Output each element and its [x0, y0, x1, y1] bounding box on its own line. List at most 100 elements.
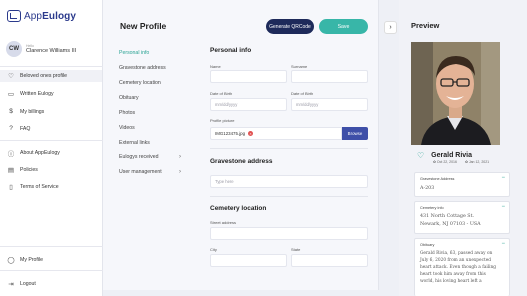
divider	[0, 270, 103, 271]
sidebar-item-written-eulogy[interactable]: ▭ Written Eulogy	[7, 90, 54, 98]
chevron-right-icon: ›	[389, 24, 392, 31]
sidebar-item-label: My billings	[20, 108, 45, 115]
portrait-image	[411, 42, 500, 145]
obituary-card[interactable]: Obituary − Gerald Rivia, 63, passed away…	[414, 238, 510, 296]
preview-panel: Preview ♡ Gerald Rivia ✿ Oct 22, 2016 ✿ …	[399, 0, 527, 296]
sidebar-item-label: Policies	[20, 167, 38, 173]
sidebar-item-label: Logout	[20, 281, 36, 287]
user-icon: ◯	[7, 257, 15, 264]
minus-icon[interactable]: −	[501, 204, 505, 210]
card-value-line: Newark, NJ 07103 - USA	[420, 222, 481, 227]
chevron-right-icon: ›	[179, 169, 181, 175]
divider	[210, 148, 368, 149]
obituary-line: July 6, 2020 from an unexpected	[420, 258, 492, 263]
dollar-icon: $	[9, 108, 13, 115]
surname-field[interactable]	[291, 70, 368, 83]
collapse-preview-button[interactable]: ›	[384, 21, 397, 34]
divider	[210, 196, 368, 197]
state-label: State	[291, 247, 301, 252]
sidebar-item-about[interactable]: ⓘ About AppEulogy	[7, 148, 60, 158]
cemetery-info-card[interactable]: Cemetery info − 431 North Cottage St. Ne…	[414, 201, 510, 234]
policy-icon: ▤	[7, 167, 15, 174]
name-label: Name	[210, 64, 221, 69]
card-title: Obituary	[420, 243, 435, 247]
city-field[interactable]	[210, 254, 287, 267]
card-title: Gravestone Address	[420, 177, 455, 181]
sidebar-item-my-profile[interactable]: ◯ My Profile	[7, 256, 43, 264]
chevron-right-icon: ›	[179, 154, 181, 160]
info-icon: ⓘ	[7, 151, 15, 158]
heart-icon[interactable]: ♡	[417, 151, 424, 160]
avatar: CW	[6, 41, 22, 57]
section-link-external-links[interactable]: External links	[119, 140, 150, 146]
sidebar-item-label: Written Eulogy	[20, 91, 54, 97]
date-of-birth-field[interactable]: mm/dd/yyyy	[210, 98, 287, 111]
profile-photo	[411, 42, 500, 145]
sidebar-item-policies[interactable]: ▤ Policies	[7, 166, 38, 174]
preview-title: Preview	[411, 21, 440, 30]
section-link-videos[interactable]: Videos	[119, 125, 135, 131]
card-title: Cemetery info	[420, 206, 444, 210]
street-address-field[interactable]	[210, 227, 368, 240]
card-value: A-203	[420, 186, 435, 191]
section-link-photos[interactable]: Photos	[119, 110, 135, 116]
state-field[interactable]	[291, 254, 368, 267]
sidebar-item-my-billings[interactable]: $ My billings	[7, 108, 44, 115]
main-panel: New Profile Generate QRCode Save Persona…	[103, 0, 379, 290]
obituary-line: heart attack. Even though a failing	[420, 265, 497, 270]
section-link-obituary[interactable]: Obituary	[119, 95, 139, 101]
date-of-death-field[interactable]: mm/dd/yyyy	[291, 98, 368, 111]
minus-icon[interactable]: −	[501, 241, 505, 247]
obituary-line: world, his loving heart left a	[420, 279, 482, 284]
card-value-line: 431 North Cottage St.	[420, 214, 475, 219]
book-icon: ▭	[7, 91, 15, 98]
date-of-birth-label: Date of Birth	[210, 91, 233, 96]
logout-icon: ⇥	[8, 281, 14, 288]
sidebar-item-label: About AppEulogy	[20, 150, 60, 156]
app-logo[interactable]: AppEulogy	[7, 10, 76, 22]
gravestone-address-card[interactable]: Gravestone Address − A-203	[414, 172, 510, 197]
app-root: AppEulogy CW Hello Clarence Williams III…	[0, 0, 527, 296]
personal-info-heading: Personal info	[210, 47, 252, 54]
save-button[interactable]: Save	[319, 19, 368, 34]
file-name: IMG123475.jpg	[215, 131, 246, 136]
sidebar-item-logout[interactable]: ⇥ Logout	[7, 280, 36, 288]
born-date: ✿ Oct 22, 2016	[433, 160, 457, 164]
street-address-label: Street address	[210, 220, 237, 225]
sidebar-item-terms[interactable]: ▯ Terms of Service	[7, 183, 58, 191]
sidebar-item-beloved-ones-profile[interactable]: ♡ Beloved ones profile	[0, 70, 102, 82]
city-label: City	[210, 247, 217, 252]
gravestone-address-heading: Gravestone address	[210, 158, 273, 165]
gravestone-address-field[interactable]: Type here	[210, 175, 368, 188]
obituary-line: heart took him away from this	[420, 272, 486, 277]
sidebar-item-label: My Profile	[20, 257, 44, 263]
name-field[interactable]	[210, 70, 287, 83]
user-summary[interactable]: CW Hello Clarence Williams III	[6, 41, 76, 57]
section-link-gravestone-address[interactable]: Gravestone address	[119, 65, 166, 71]
sidebar-item-faq[interactable]: ? FAQ	[7, 125, 30, 132]
divider	[0, 140, 103, 141]
sidebar: AppEulogy CW Hello Clarence Williams III…	[0, 0, 103, 296]
sidebar-item-label: Beloved ones profile	[20, 73, 68, 79]
user-name: Clarence Williams III	[26, 48, 77, 54]
minus-icon[interactable]: −	[501, 175, 505, 181]
section-link-eulogys-received[interactable]: Eulogys received ›	[119, 154, 181, 160]
sidebar-item-label: FAQ	[20, 125, 31, 132]
section-link-cemetery-location[interactable]: Cemetery location	[119, 80, 161, 86]
preview-name: Gerald Rivia	[431, 152, 473, 159]
cemetery-location-heading: Cemetery location	[210, 205, 267, 212]
section-link-user-management[interactable]: User management ›	[119, 169, 181, 175]
section-link-personal-info[interactable]: Personal info	[119, 50, 149, 56]
section-link-label: User management	[119, 169, 162, 175]
divider	[0, 66, 103, 67]
logo-text: AppEulogy	[24, 10, 77, 22]
surname-label: Surname	[291, 64, 308, 69]
browse-button[interactable]: Browse	[342, 127, 368, 140]
generate-qrcode-button[interactable]: Generate QRCode	[266, 19, 314, 34]
document-icon: ▯	[9, 184, 13, 191]
heart-icon: ♡	[8, 73, 14, 80]
preview-name-row: ♡ Gerald Rivia	[417, 151, 472, 160]
page-title: New Profile	[120, 21, 167, 31]
remove-file-icon[interactable]: ×	[248, 131, 254, 136]
profile-picture-field[interactable]: IMG123475.jpg ×	[210, 127, 342, 140]
